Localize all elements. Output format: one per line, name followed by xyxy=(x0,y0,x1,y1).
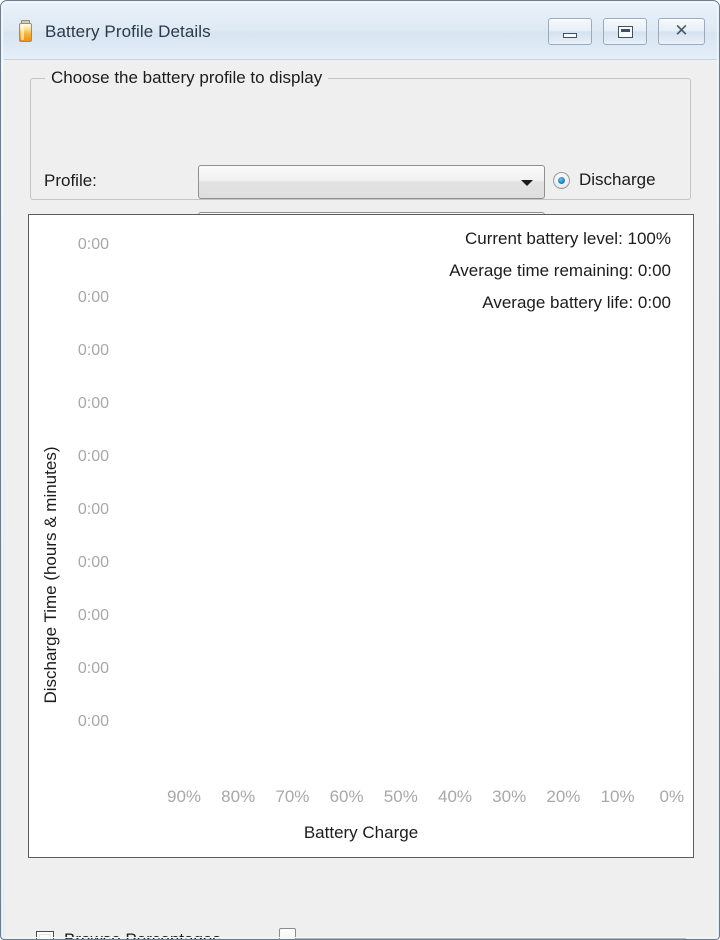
minimize-button[interactable] xyxy=(548,18,592,45)
discharge-chart-panel[interactable]: Current battery level: 100% Average time… xyxy=(28,214,694,858)
average-battery-life: Average battery life: 0:00 xyxy=(482,293,671,312)
chart-plot-area: Current battery level: 100% Average time… xyxy=(29,215,693,857)
browse-percentages-label: Browse Percentages xyxy=(64,930,221,940)
x-axis-tick-label: 20% xyxy=(546,787,581,806)
window-title: Battery Profile Details xyxy=(45,22,211,41)
x-axis-tick-label: 60% xyxy=(329,787,364,806)
profile-label: Profile: xyxy=(44,171,97,190)
average-time-remaining: Average time remaining: 0:00 xyxy=(449,261,671,280)
battery-profile-details-window: Battery Profile Details ✕ Choose the bat… xyxy=(0,0,720,940)
y-axis-tick-label: 0:00 xyxy=(77,395,109,412)
y-axis-tick-label: 0:00 xyxy=(77,660,109,677)
x-axis-tick-label: 70% xyxy=(275,787,310,806)
y-axis-tick-label: 0:00 xyxy=(77,448,109,465)
y-axis-tick-label: 0:00 xyxy=(77,289,109,306)
profile-select[interactable] xyxy=(198,165,545,199)
battery-icon xyxy=(17,20,35,43)
maximize-button[interactable] xyxy=(603,18,647,45)
title-bar[interactable]: Battery Profile Details ✕ xyxy=(3,3,719,59)
browse-percentages-box xyxy=(36,931,54,939)
browse-percentages-checkbox[interactable]: Browse Percentages xyxy=(36,930,221,940)
x-axis-tick-label: 10% xyxy=(600,787,635,806)
radio-discharge-mark xyxy=(553,171,570,189)
current-battery-level: Current battery level: 100% xyxy=(465,229,671,248)
close-button[interactable]: ✕ xyxy=(658,18,705,45)
y-axis-tick-label: 0:00 xyxy=(77,236,109,253)
x-axis-tick-label: 0% xyxy=(659,787,685,806)
y-axis-tick-label: 0:00 xyxy=(77,554,109,571)
slider-thumb[interactable] xyxy=(279,928,296,939)
chevron-down-icon xyxy=(521,180,533,186)
percentage-slider[interactable] xyxy=(276,926,686,939)
radio-discharge[interactable]: Discharge xyxy=(553,170,656,190)
dialog-client-area: Choose the battery profile to display Pr… xyxy=(4,59,718,939)
chart-status-block: Current battery level: 100% Average time… xyxy=(449,223,671,319)
x-axis-tick-label: 40% xyxy=(437,787,473,806)
x-axis-tick-label: 30% xyxy=(492,787,527,806)
close-icon: ✕ xyxy=(674,21,689,41)
maximize-icon xyxy=(604,19,646,44)
x-axis-tick-label: 90% xyxy=(166,787,202,806)
y-axis-tick-label: 0:00 xyxy=(77,607,109,624)
y-axis-tick-label: 0:00 xyxy=(77,501,109,518)
x-axis-tick-label: 50% xyxy=(383,787,418,806)
y-axis-tick-label: 0:00 xyxy=(77,342,109,359)
minimize-icon xyxy=(549,19,591,44)
radio-discharge-label: Discharge xyxy=(579,170,656,189)
x-axis-tick-label: 80% xyxy=(221,787,256,806)
x-axis-title: Battery Charge xyxy=(303,823,419,842)
profile-groupbox-title: Choose the battery profile to display xyxy=(45,68,329,88)
y-axis-tick-label: 0:00 xyxy=(77,713,109,730)
y-axis-title: Discharge Time (hours & minutes) xyxy=(41,446,60,704)
